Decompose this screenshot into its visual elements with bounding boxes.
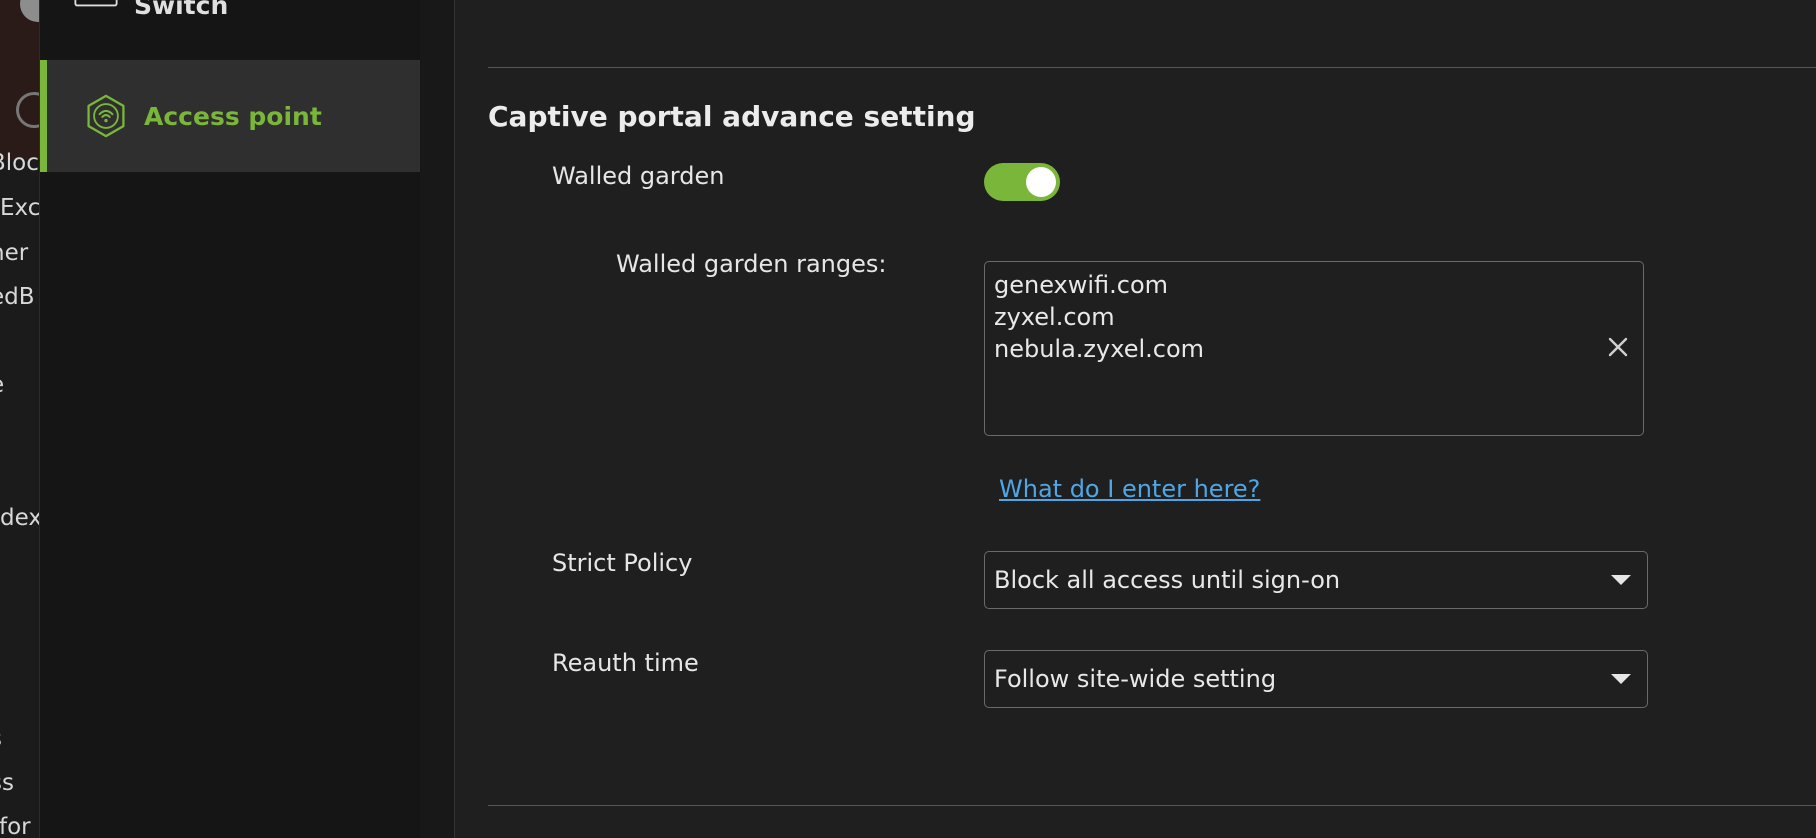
walled-garden-ranges-field[interactable]: genexwifi.com zyxel.com nebula.zyxel.com xyxy=(984,261,1644,436)
toggle-knob xyxy=(1026,167,1056,197)
reauth-time-label: Reauth time xyxy=(552,649,699,677)
walled-garden-label: Walled garden xyxy=(552,162,725,190)
cropped-text: e xyxy=(0,372,4,398)
cropped-text: Exc xyxy=(0,195,40,221)
walled-garden-ranges-label: Walled garden ranges: xyxy=(616,250,887,278)
main-content: Captive portal advance setting Walled ga… xyxy=(455,0,1816,838)
sidebar-item-label: Switch xyxy=(134,0,229,20)
cropped-text: edB xyxy=(0,284,35,310)
divider xyxy=(488,67,1816,68)
cropped-text: ner xyxy=(0,240,29,266)
divider xyxy=(420,0,455,838)
divider xyxy=(488,805,1816,806)
walled-garden-toggle[interactable] xyxy=(984,163,1060,201)
switch-icon xyxy=(74,0,118,27)
clear-icon[interactable] xyxy=(1605,334,1631,360)
range-entry: nebula.zyxel.com xyxy=(994,335,1205,363)
cropped-text: dex xyxy=(0,505,40,531)
strict-policy-label: Strict Policy xyxy=(552,549,693,577)
reauth-time-value: Follow site-wide setting xyxy=(994,665,1277,693)
section-title: Captive portal advance setting xyxy=(488,100,976,133)
strict-policy-value: Block all access until sign-on xyxy=(994,566,1341,594)
cropped-image xyxy=(0,0,39,160)
sidebar-item-access-point[interactable]: Access point xyxy=(40,60,420,172)
help-link[interactable]: What do I enter here? xyxy=(999,475,1260,503)
chevron-down-icon xyxy=(1611,674,1631,684)
chevron-down-icon xyxy=(1611,575,1631,585)
sidebar: Switch Access point xyxy=(40,0,420,838)
access-point-icon xyxy=(84,94,128,138)
cropped-text: s xyxy=(0,726,2,752)
cropped-left-panel: Bloc Exc ner edB e dex s ss tfor xyxy=(0,0,40,838)
range-entry: genexwifi.com xyxy=(994,271,1169,299)
cropped-text: ss xyxy=(0,770,14,796)
reauth-time-select[interactable]: Follow site-wide setting xyxy=(984,650,1648,708)
sidebar-item-label: Access point xyxy=(144,101,322,131)
cropped-text: tfor xyxy=(0,814,31,838)
range-entry: zyxel.com xyxy=(994,303,1115,331)
strict-policy-select[interactable]: Block all access until sign-on xyxy=(984,551,1648,609)
sidebar-item-switch[interactable]: Switch xyxy=(40,0,420,30)
cropped-text: Bloc xyxy=(0,150,39,176)
